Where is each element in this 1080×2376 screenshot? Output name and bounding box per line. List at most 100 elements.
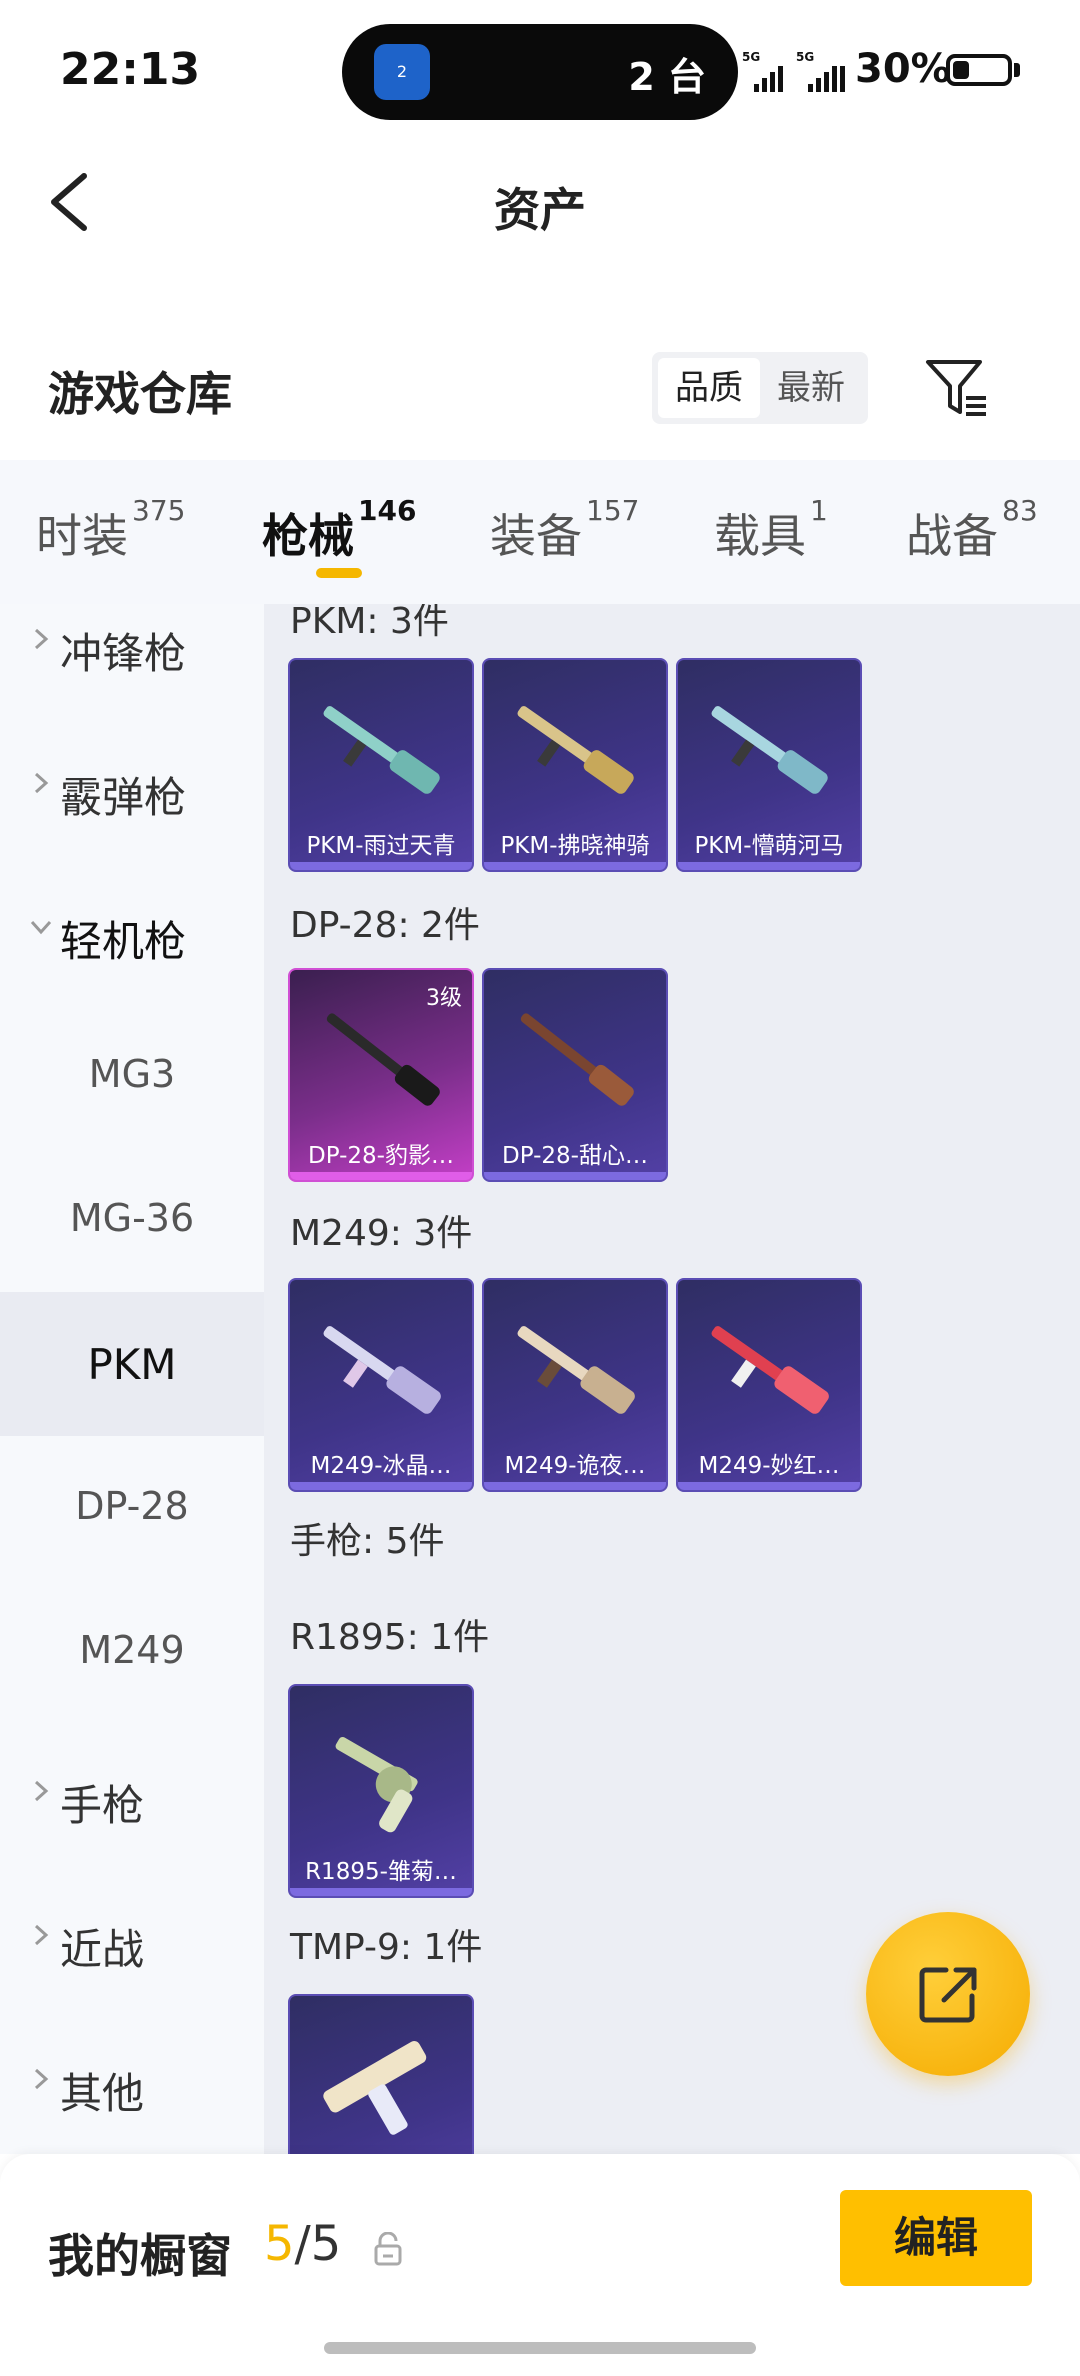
revolver-icon (335, 1736, 418, 1833)
sidebar-item-melee[interactable]: 近战 (0, 1868, 264, 2012)
chevron-right-icon (34, 772, 49, 794)
rifle-icon (711, 1326, 829, 1414)
dynamic-island[interactable]: 2 2 台 (342, 24, 738, 120)
sidebar-item-dp28[interactable]: DP-28 (0, 1436, 264, 1580)
tab-guns[interactable]: 枪械 146 (262, 494, 416, 566)
tab-count: 146 (358, 494, 417, 527)
item-name: M249-妙红… (698, 1453, 840, 1479)
sort-quality-button[interactable]: 品质 (658, 358, 760, 418)
tab-count: 157 (586, 494, 640, 527)
category-sidebar: 冲锋枪 霰弹枪 轻机枪 MG3 MG-36 PKM DP-28 M249 手枪 … (0, 604, 264, 2154)
item-name: PKM-拂晓神骑 (500, 833, 650, 859)
card-bottom-bar (290, 862, 472, 870)
lock-icon (374, 2232, 402, 2266)
sort-latest-button[interactable]: 最新 (760, 358, 862, 418)
sidebar-item-mg36[interactable]: MG-36 (0, 1148, 264, 1292)
group-label-pistol: 手枪: 5件 (290, 1521, 445, 1562)
tab-count: 1 (810, 494, 828, 527)
showcase-count: 5/5 (264, 2216, 341, 2272)
rifle-icon (323, 1326, 441, 1414)
rifle-icon (517, 1326, 635, 1414)
showcase-label: 我的橱窗 (48, 2229, 232, 2283)
sidebar-item-label: 手枪 (60, 1781, 145, 1830)
item-card[interactable]: R1895-雏菊… (288, 1684, 474, 1898)
battery-icon (946, 54, 1012, 86)
item-name: M249-诡夜… (504, 1453, 646, 1479)
sidebar-item-smg[interactable]: 冲锋枪 (0, 604, 264, 716)
group-label-m249: M249: 3件 (290, 1213, 473, 1254)
category-tabs: 时装 375 枪械 146 装备 157 载具 1 战备 83 (0, 460, 1080, 604)
item-card[interactable]: 3级 DP-28-豹影… (288, 968, 474, 1182)
chevron-right-icon (34, 1780, 49, 1802)
tab-supplies[interactable]: 战备 83 (906, 494, 1038, 566)
sidebar-item-other[interactable]: 其他 (0, 2012, 264, 2154)
sidebar-item-label: 其他 (60, 2069, 145, 2118)
sidebar-item-label: 霰弹枪 (60, 773, 187, 822)
sort-toggle: 品质 最新 (652, 352, 868, 424)
item-card[interactable]: M249-妙红… (676, 1278, 862, 1492)
tab-count: 375 (132, 494, 186, 527)
island-app-badge: 2 (396, 62, 408, 81)
signal-1-icon: 5G (742, 50, 783, 92)
filter-icon (926, 360, 986, 416)
chevron-down-icon (30, 920, 52, 935)
group-label-r1895: R1895: 1件 (290, 1617, 490, 1658)
card-bottom-bar (290, 1482, 472, 1490)
showcase-total: /5 (294, 2216, 342, 2272)
item-card[interactable]: M249-冰晶… (288, 1278, 474, 1492)
island-text: 2 台 (628, 55, 706, 99)
status-time: 22:13 (60, 44, 201, 95)
battery-level (953, 61, 969, 79)
sidebar-item-pkm[interactable]: PKM (0, 1292, 264, 1436)
share-button[interactable] (866, 1912, 1030, 2076)
tab-label: 载具 (714, 509, 806, 563)
sidebar-item-m249[interactable]: M249 (0, 1580, 264, 1724)
page-title: 资产 (494, 183, 586, 237)
sidebar-item-label: 轻机枪 (60, 917, 187, 966)
rifle-icon (517, 706, 634, 794)
item-card[interactable]: PKM-拂晓神骑 (482, 658, 668, 872)
card-bottom-bar (484, 1172, 666, 1180)
chevron-right-icon (34, 1924, 49, 1946)
sidebar-item-shotgun[interactable]: 霰弹枪 (0, 716, 264, 860)
tab-label: 装备 (490, 509, 582, 563)
signal-2-label: 5G (796, 50, 815, 64)
card-bottom-bar (484, 1482, 666, 1490)
filter-button[interactable] (924, 356, 988, 420)
tab-vehicles[interactable]: 载具 1 (714, 494, 828, 566)
tab-label: 枪械 (262, 509, 354, 563)
item-card[interactable]: PKM-雨过天青 (288, 658, 474, 872)
sidebar-item-label: 近战 (60, 1925, 145, 1974)
showcase-current: 5 (264, 2216, 295, 2272)
card-bottom-bar (290, 1888, 472, 1896)
item-card[interactable]: DP-28-甜心… (482, 968, 668, 1182)
home-indicator[interactable] (324, 2342, 756, 2354)
sidebar-item-mg3[interactable]: MG3 (0, 1004, 264, 1148)
group-label-dp28: DP-28: 2件 (290, 905, 480, 946)
sidebar-item-label: M249 (79, 1628, 185, 1672)
sidebar-item-label: PKM (87, 1340, 177, 1389)
tab-equipment[interactable]: 装备 157 (490, 494, 639, 566)
sidebar-item-label: MG-36 (69, 1196, 195, 1240)
item-card[interactable] (288, 1994, 474, 2154)
card-bottom-bar (484, 862, 666, 870)
item-card[interactable]: PKM-懵萌河马 (676, 658, 862, 872)
section-title: 游戏仓库 (48, 367, 232, 421)
edit-button[interactable]: 编辑 (840, 2190, 1032, 2286)
sidebar-item-lmg[interactable]: 轻机枪 (0, 860, 264, 1004)
sidebar-item-label: MG3 (88, 1052, 176, 1096)
tab-label: 时装 (36, 509, 128, 563)
card-bottom-bar (678, 862, 860, 870)
item-name: M249-冰晶… (310, 1453, 452, 1479)
item-card[interactable]: M249-诡夜… (482, 1278, 668, 1492)
sidebar-item-pistol[interactable]: 手枪 (0, 1724, 264, 1868)
tab-fashion[interactable]: 时装 375 (36, 494, 185, 566)
share-icon (919, 1967, 977, 2023)
chevron-right-icon (34, 2068, 49, 2090)
smg-icon (323, 2041, 427, 2135)
tab-indicator (316, 568, 362, 578)
battery-percent: 30% (855, 46, 951, 92)
battery-tip (1014, 63, 1020, 77)
card-bottom-bar (678, 1482, 860, 1490)
rifle-icon (520, 1013, 634, 1106)
